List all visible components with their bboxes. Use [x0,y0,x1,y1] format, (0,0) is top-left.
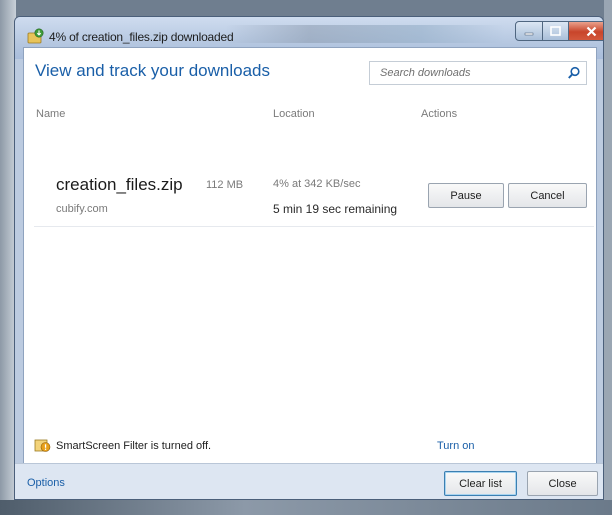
column-header-location[interactable]: Location [273,108,315,120]
maximize-icon [550,26,561,36]
minimize-icon [524,32,534,36]
desktop-background-right [604,0,612,515]
download-icon [27,28,44,44]
title-bar-glass [225,25,505,43]
options-link[interactable]: Options [27,477,65,489]
search-input[interactable] [370,62,585,84]
search-box[interactable] [369,61,587,85]
taskbar [0,500,612,515]
footer-bar: Options Clear list Close [15,463,603,499]
smartscreen-status: SmartScreen Filter is turned off. [56,440,212,452]
download-file-name[interactable]: creation_files.zip [56,175,183,195]
caption-buttons [515,21,603,41]
view-downloads-window: 4% of creation_files.zip downloaded View… [14,16,604,500]
close-icon [586,26,597,36]
clear-list-button[interactable]: Clear list [444,471,517,496]
pause-button[interactable]: Pause [428,183,504,208]
search-icon[interactable] [567,66,581,80]
downloads-panel: View and track your downloads Name Locat… [23,47,597,465]
download-progress: 4% at 342 KB/sec [273,178,361,190]
close-button[interactable]: Close [527,471,598,496]
download-size: 112 MB [206,179,244,191]
row-divider [34,226,594,227]
close-window-button[interactable] [569,21,603,41]
window-title: 4% of creation_files.zip downloaded [49,30,234,44]
turn-on-link[interactable]: Turn on [437,440,475,452]
shield-warning-icon [34,439,51,452]
maximize-button[interactable] [543,21,569,41]
page-title: View and track your downloads [35,61,270,80]
download-time-remaining: 5 min 19 sec remaining [273,202,398,216]
download-source: cubify.com [56,203,108,215]
column-header-actions: Actions [421,108,458,120]
column-header-name[interactable]: Name [36,108,65,120]
minimize-button[interactable] [515,21,543,41]
cancel-button[interactable]: Cancel [508,183,587,208]
